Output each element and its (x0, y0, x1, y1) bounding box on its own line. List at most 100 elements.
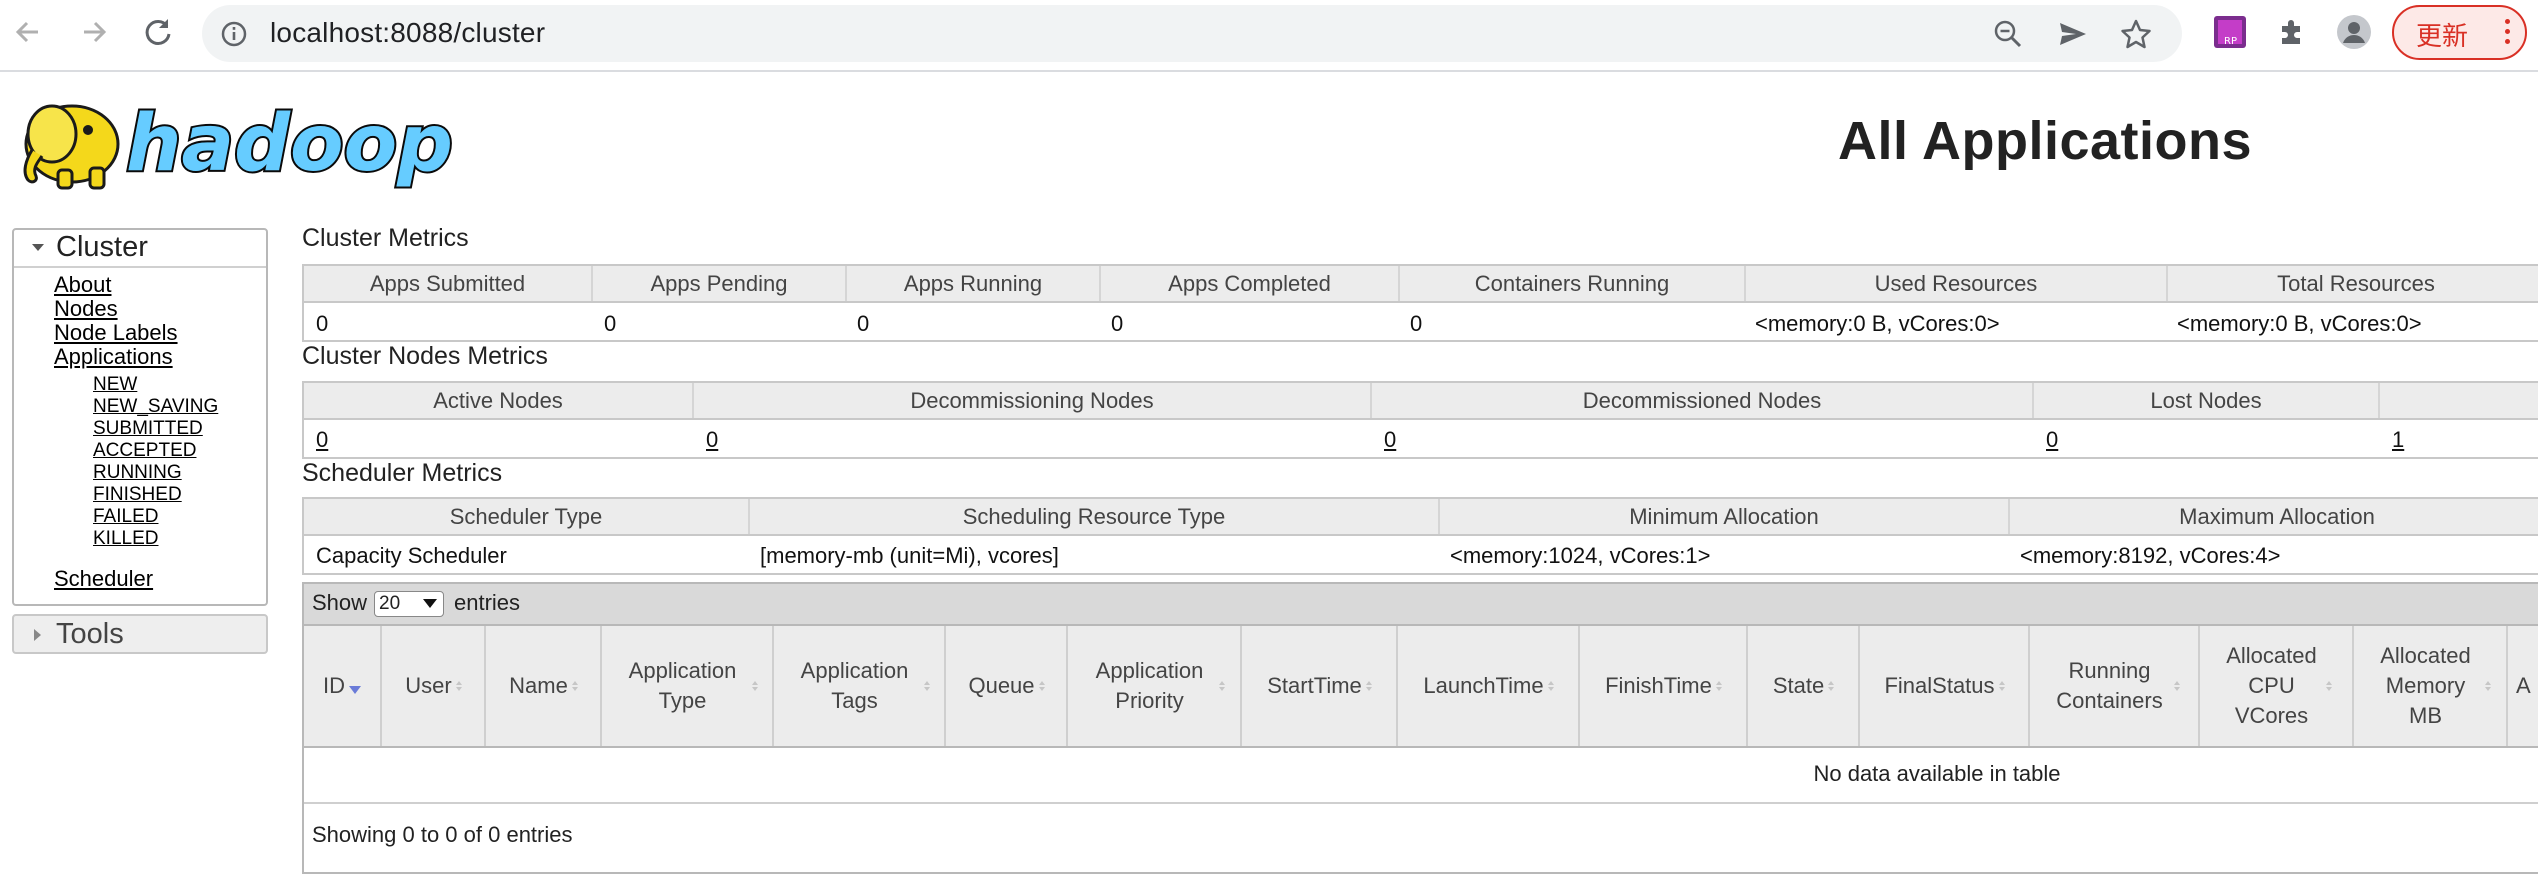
back-icon[interactable] (8, 12, 48, 52)
value-active-nodes-link[interactable]: 0 (316, 427, 328, 453)
sort-icon (571, 681, 578, 691)
nav-link-about[interactable]: About (54, 272, 112, 298)
zoom-out-icon[interactable] (1992, 18, 2024, 50)
sort-icon (1218, 681, 1225, 691)
forward-icon[interactable] (74, 12, 114, 52)
table-empty-row: No data available in table (304, 748, 2538, 804)
header-maximum-allocation: Maximum Allocation (2179, 503, 2375, 529)
address-bar[interactable]: localhost:8088/cluster (202, 5, 2182, 62)
nav-link-nodes[interactable]: Nodes (54, 296, 118, 322)
url-text: localhost:8088/cluster (270, 17, 546, 48)
column-header-application-type[interactable]: Application Type (602, 626, 774, 746)
cluster-nav-label: Cluster (56, 231, 148, 263)
header-used-resources: Used Resources (1746, 266, 2168, 301)
site-info-icon[interactable] (220, 20, 248, 48)
header-lost-nodes: Lost Nodes (2034, 383, 2380, 418)
nav-state-new-saving[interactable]: NEW_SAVING (93, 396, 218, 418)
scheduler-metrics-title: Scheduler Metrics (302, 459, 503, 487)
svg-text:RP: RP (2224, 36, 2237, 47)
header-truncated-column (2380, 383, 2538, 418)
column-header-allocated-cpu-vcores[interactable]: Allocated CPU VCores (2200, 626, 2354, 746)
browser-toolbar: localhost:8088/cluster RP 更新 (0, 0, 2538, 72)
nodes-metrics-table: Active Nodes Decommissioning Nodes Decom… (302, 381, 2538, 459)
column-header-state[interactable]: State (1748, 626, 1860, 746)
sort-icon (751, 681, 758, 691)
nav-link-applications[interactable]: Applications (54, 344, 173, 370)
cluster-metrics-table: Apps Submitted Apps Pending Apps Running… (302, 264, 2538, 342)
column-header-queue[interactable]: Queue (946, 626, 1068, 746)
nav-state-accepted[interactable]: ACCEPTED (93, 440, 196, 462)
page-title: All Applications (1838, 111, 2253, 171)
nav-link-scheduler[interactable]: Scheduler (54, 566, 153, 592)
cluster-metrics-header-row: Apps Submitted Apps Pending Apps Running… (304, 266, 2538, 303)
column-header-name[interactable]: Name (486, 626, 602, 746)
nodes-metrics-header-row: Active Nodes Decommissioning Nodes Decom… (304, 383, 2538, 420)
nav-state-failed[interactable]: FAILED (93, 506, 158, 528)
header-scheduler-type: Scheduler Type (304, 499, 750, 534)
tools-nav-label: Tools (56, 618, 124, 650)
page-size-select[interactable]: 20 (374, 591, 444, 617)
value-apps-submitted: 0 (316, 311, 329, 336)
page-size-value: 20 (379, 593, 401, 614)
extension-rp-icon[interactable]: RP (2212, 14, 2248, 50)
sort-icon (455, 681, 462, 691)
value-decommissioned-nodes-link[interactable]: 0 (1384, 427, 1396, 453)
scheduler-metrics-header-row: Scheduler Type Scheduling Resource Type … (304, 499, 2538, 536)
nav-state-submitted[interactable]: SUBMITTED (93, 418, 203, 440)
column-header-finalstatus[interactable]: FinalStatus (1860, 626, 2030, 746)
applications-table: Show 20 entries ID User Name Application… (302, 582, 2538, 874)
table-length-toolbar: Show 20 entries (304, 584, 2538, 626)
value-truncated-nodes-link[interactable]: 1 (2392, 427, 2404, 453)
value-containers-running: 0 (1410, 311, 1423, 336)
table-info-text: Showing 0 to 0 of 0 entries (312, 822, 573, 847)
nav-state-new[interactable]: NEW (93, 374, 137, 396)
column-header-application-tags[interactable]: Application Tags (774, 626, 946, 746)
column-header-id[interactable]: ID (304, 626, 382, 746)
update-button[interactable]: 更新 (2392, 5, 2527, 60)
header-containers-running: Containers Running (1400, 266, 1746, 301)
sort-icon (1715, 681, 1722, 691)
column-header-launchtime[interactable]: LaunchTime (1398, 626, 1580, 746)
sort-icon (2173, 681, 2180, 691)
sort-icon (2484, 681, 2491, 691)
value-scheduling-resource-type: [memory-mb (unit=Mi), vcores] (760, 543, 1059, 568)
header-minimum-allocation: Minimum Allocation (1440, 499, 2010, 534)
nav-state-finished[interactable]: FINISHED (93, 484, 182, 506)
value-decommissioning-nodes-link[interactable]: 0 (706, 427, 718, 453)
show-label: Show (312, 590, 368, 615)
header-apps-submitted: Apps Submitted (304, 266, 593, 301)
sort-icon (2325, 681, 2332, 691)
profile-avatar-icon[interactable] (2336, 14, 2372, 50)
nav-state-running[interactable]: RUNNING (93, 462, 182, 484)
bookmark-star-icon[interactable] (2120, 18, 2152, 50)
cluster-nav-header[interactable]: Cluster (14, 230, 266, 268)
value-lost-nodes-link[interactable]: 0 (2046, 427, 2058, 453)
sort-icon (923, 681, 930, 691)
value-apps-pending: 0 (604, 311, 617, 336)
nav-state-killed[interactable]: KILLED (93, 528, 158, 550)
tools-nav-header[interactable]: Tools (12, 614, 268, 654)
value-scheduler-type: Capacity Scheduler (316, 543, 507, 568)
sort-desc-icon (349, 686, 361, 694)
column-header-allocated-memory-mb[interactable]: Allocated Memory MB (2354, 626, 2508, 746)
column-header-truncated[interactable]: A (2508, 626, 2538, 746)
reload-icon[interactable] (138, 12, 178, 52)
column-header-finishtime[interactable]: FinishTime (1580, 626, 1748, 746)
header-active-nodes: Active Nodes (304, 383, 694, 418)
header-total-resources: Total Resources (2277, 270, 2435, 296)
send-icon[interactable] (2057, 18, 2089, 50)
puzzle-extension-icon[interactable] (2274, 14, 2310, 50)
nodes-metrics-title: Cluster Nodes Metrics (302, 342, 548, 370)
column-header-running-containers[interactable]: Running Containers (2030, 626, 2200, 746)
column-header-application-priority[interactable]: Application Priority (1068, 626, 1242, 746)
header-apps-completed: Apps Completed (1101, 266, 1400, 301)
value-used-resources: <memory:0 B, vCores:0> (1755, 311, 2000, 336)
column-header-user[interactable]: User (382, 626, 486, 746)
scheduler-metrics-table: Scheduler Type Scheduling Resource Type … (302, 497, 2538, 575)
header-decommissioned-nodes: Decommissioned Nodes (1372, 383, 2034, 418)
column-header-starttime[interactable]: StartTime (1242, 626, 1398, 746)
hadoop-logo: hadoop (10, 82, 460, 194)
cluster-metrics-title: Cluster Metrics (302, 224, 469, 252)
nav-link-node-labels[interactable]: Node Labels (54, 320, 178, 346)
menu-kebab-icon[interactable] (2505, 19, 2511, 45)
